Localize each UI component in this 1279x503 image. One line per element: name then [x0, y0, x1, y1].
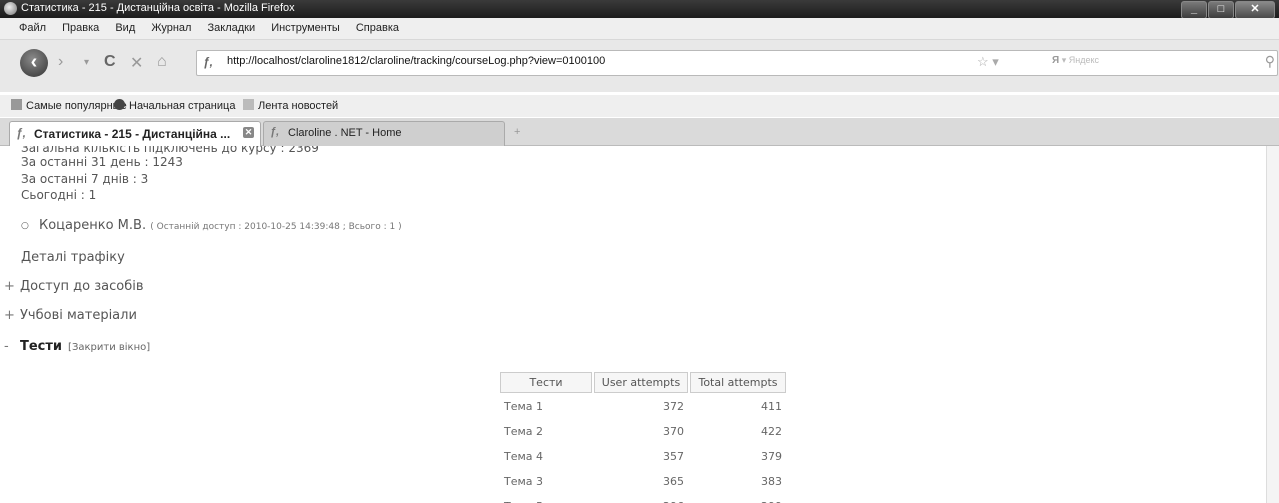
table-header-row: Тести User attempts Total attempts: [500, 372, 786, 393]
search-engine-dropdown-icon[interactable]: ▾: [1062, 55, 1067, 65]
menu-tools[interactable]: Инструменты: [271, 18, 340, 39]
total-attempts: 411: [761, 400, 782, 413]
forward-arrow-icon[interactable]: ›: [58, 53, 63, 71]
navigation-toolbar: ‹ › ▾ C ✕ ⌂ ƒ, http://localhost/clarolin…: [0, 40, 1279, 92]
section-label: Деталі трафіку: [21, 250, 125, 265]
tab-label: Claroline . NET - Home: [288, 127, 402, 139]
tab-close-icon[interactable]: ✕: [243, 127, 254, 138]
search-input[interactable]: Яндекс: [1069, 55, 1099, 65]
user-attempts: 365: [663, 475, 684, 488]
section-learning-materials[interactable]: + Учбові матеріали: [4, 308, 137, 323]
firefox-icon: [4, 2, 17, 15]
test-name: Тема 4: [504, 450, 544, 463]
test-name: Тема 2: [504, 425, 544, 438]
search-box[interactable]: Я ▾ Яндекс: [1052, 55, 1279, 70]
stat-last31: За останні 31 день : 1243: [21, 155, 183, 169]
user-attempts: 357: [663, 450, 684, 463]
stat-today: Сьогодні : 1: [21, 188, 97, 202]
test-name: Тема 5: [500, 495, 592, 503]
bookmarks-toolbar: Самые популярные Начальная страница Лент…: [0, 95, 1279, 117]
menu-history[interactable]: Журнал: [151, 18, 191, 39]
user-attempts: 370: [663, 425, 684, 438]
firefox-bookmark-icon: [114, 99, 125, 110]
window-titlebar: Статистика - 215 - Дистанційна освіта - …: [0, 0, 1279, 19]
test-name: Тема 1: [504, 400, 544, 413]
reload-icon[interactable]: C: [104, 53, 116, 71]
stat-last7: За останні 7 днів : 3: [21, 172, 149, 186]
user-attempts: 372: [663, 400, 684, 413]
section-tool-access[interactable]: + Доступ до засобів: [4, 279, 144, 294]
new-tab-icon[interactable]: +: [514, 126, 520, 138]
close-icon[interactable]: ✕: [1235, 1, 1275, 19]
bookmark-star-icon[interactable]: ☆ ▾: [977, 54, 999, 70]
claroline-favicon-icon: ƒ,: [270, 126, 280, 138]
bookmark-label: Лента новостей: [258, 100, 339, 112]
history-dropdown-icon[interactable]: ▾: [84, 57, 89, 68]
stop-icon[interactable]: ✕: [130, 53, 143, 73]
menu-help[interactable]: Справка: [356, 18, 399, 39]
table-row: Тема 3 365 383: [500, 470, 786, 493]
url-bar[interactable]: ƒ, http://localhost/claroline1812/clarol…: [196, 50, 1278, 76]
user-name: Коцаренко М.В.: [39, 218, 147, 233]
user-access-detail: ( Останній доступ : 2010-10-25 14:39:48 …: [150, 222, 402, 232]
site-favicon-icon: ƒ,: [203, 55, 214, 69]
menu-bar: Файл Правка Вид Журнал Закладки Инструме…: [0, 18, 1279, 40]
bookmark-news-feed[interactable]: Лента новостей: [243, 99, 338, 112]
window-title: Статистика - 215 - Дистанційна освіта - …: [21, 2, 295, 14]
window-controls: _ □ ✕: [1180, 1, 1275, 19]
table-row: Тема 5 296 299: [500, 495, 786, 503]
menu-view[interactable]: Вид: [115, 18, 135, 39]
search-engine-icon[interactable]: Я: [1052, 55, 1059, 66]
maximize-icon[interactable]: □: [1208, 1, 1234, 19]
vertical-scrollbar[interactable]: [1266, 146, 1279, 503]
bullet-icon: ○: [21, 221, 29, 231]
tab-claroline-home[interactable]: ƒ, Claroline . NET - Home: [263, 121, 505, 146]
minimize-icon[interactable]: _: [1181, 1, 1207, 19]
bookmark-most-visited[interactable]: Самые популярные: [11, 99, 127, 112]
search-icon[interactable]: ⚲: [1265, 53, 1275, 70]
test-name: Тема 3: [504, 475, 544, 488]
section-label: Учбові матеріали: [20, 308, 137, 323]
table-row: Тема 4 357 379: [500, 445, 786, 468]
stat-total: Загальна кількість підключень до курсу :…: [21, 146, 319, 155]
total-attempts: 299: [690, 495, 786, 503]
tab-strip: ƒ, Статистика - 215 - Дистанційна ... ✕ …: [0, 118, 1279, 146]
total-attempts: 379: [761, 450, 782, 463]
bookmark-start-page[interactable]: Начальная страница: [114, 99, 235, 112]
col-header-tests: Тести: [500, 372, 592, 393]
close-window-link[interactable]: [Закрити вікно]: [68, 342, 150, 353]
table-row: Тема 1 372 411: [500, 395, 786, 418]
rss-icon: [243, 99, 254, 110]
section-traffic-details[interactable]: Деталі трафіку: [21, 250, 125, 265]
user-access-item: ○ Коцаренко М.В. ( Останній доступ : 201…: [21, 218, 402, 233]
back-arrow-icon[interactable]: ‹: [20, 49, 48, 77]
tests-table: Тести User attempts Total attempts Тема …: [498, 370, 788, 503]
menu-file[interactable]: Файл: [19, 18, 46, 39]
total-attempts: 422: [761, 425, 782, 438]
bookmark-folder-icon: [11, 99, 22, 110]
section-tests[interactable]: - Тести [Закрити вікно]: [4, 339, 150, 354]
menu-edit[interactable]: Правка: [62, 18, 99, 39]
claroline-favicon-icon: ƒ,: [16, 126, 27, 140]
total-attempts: 383: [761, 475, 782, 488]
expand-plus-icon[interactable]: +: [4, 279, 15, 294]
bookmark-label: Самые популярные: [26, 100, 127, 112]
page-content: Загальна кількість підключень до курсу :…: [0, 146, 1266, 503]
url-text[interactable]: http://localhost/claroline1812/claroline…: [227, 55, 605, 67]
col-header-user-attempts: User attempts: [594, 372, 688, 393]
tab-label: Статистика - 215 - Дистанційна ...: [34, 127, 231, 141]
table-row: Тема 2 370 422: [500, 420, 786, 443]
section-label: Тести: [20, 339, 63, 354]
collapse-minus-icon[interactable]: -: [4, 339, 14, 354]
menu-bookmarks[interactable]: Закладки: [208, 18, 256, 39]
section-label: Доступ до засобів: [20, 279, 144, 294]
col-header-total-attempts: Total attempts: [690, 372, 786, 393]
bookmark-label: Начальная страница: [129, 100, 236, 112]
tab-statistics[interactable]: ƒ, Статистика - 215 - Дистанційна ... ✕: [9, 121, 261, 146]
user-attempts: 296: [594, 495, 688, 503]
home-icon[interactable]: ⌂: [157, 53, 167, 71]
expand-plus-icon[interactable]: +: [4, 308, 15, 323]
